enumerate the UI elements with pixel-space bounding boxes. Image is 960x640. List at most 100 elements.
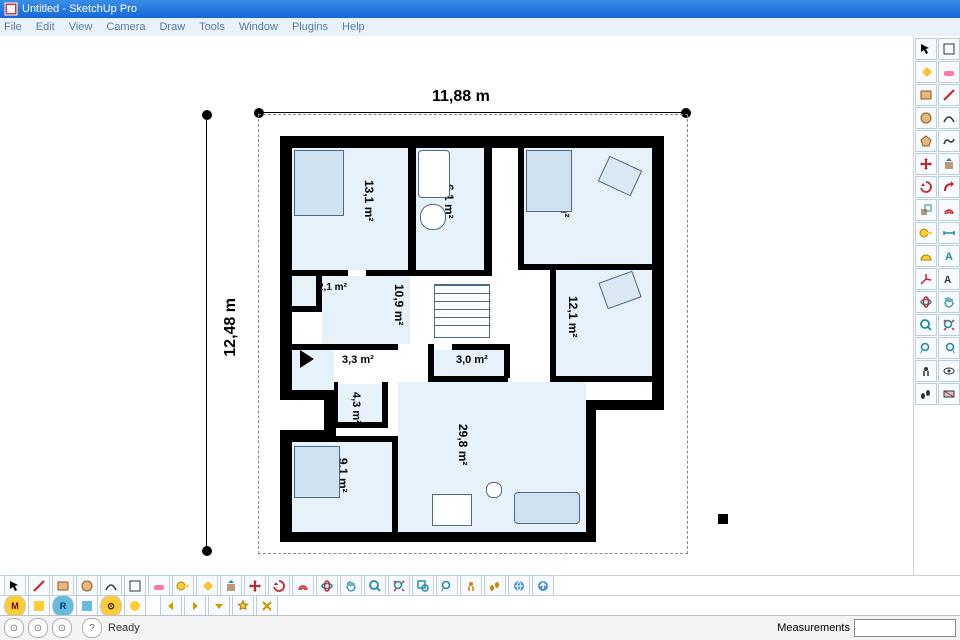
zoom-extents-icon[interactable] xyxy=(388,575,410,597)
dimension-tool-icon[interactable] xyxy=(938,222,960,244)
axes-tool-icon[interactable] xyxy=(915,268,937,290)
polygon-tool-icon[interactable] xyxy=(915,130,937,152)
room-area-11: 29,8 m² xyxy=(456,424,470,465)
menu-plugins[interactable]: Plugins xyxy=(292,21,328,33)
eraser-icon[interactable] xyxy=(938,61,960,83)
style-3-icon[interactable] xyxy=(124,595,146,617)
menu-edit[interactable]: Edit xyxy=(36,21,55,33)
window-title: Untitled - SketchUp Pro xyxy=(22,3,137,15)
rotate-tool-icon[interactable] xyxy=(915,176,937,198)
menu-file[interactable]: File xyxy=(4,21,22,33)
orbit-tool-icon[interactable] xyxy=(915,291,937,313)
zoom-window-icon[interactable] xyxy=(412,575,434,597)
eraser-icon[interactable] xyxy=(148,575,170,597)
section-plane-icon[interactable] xyxy=(938,383,960,405)
dimension-left: 12,48 m xyxy=(222,298,240,357)
zoom-tool-icon[interactable] xyxy=(915,314,937,336)
circle-tool-icon[interactable] xyxy=(76,575,98,597)
help-icon[interactable]: ? xyxy=(82,618,102,638)
circle-tool-icon[interactable] xyxy=(915,107,937,129)
paint-bucket-icon[interactable] xyxy=(915,61,937,83)
next-view-icon[interactable] xyxy=(938,337,960,359)
position-camera-icon[interactable] xyxy=(915,360,937,382)
dim-line-horizontal xyxy=(264,112,682,113)
tape-measure-icon[interactable] xyxy=(915,222,937,244)
status-icon-1[interactable]: ⊙ xyxy=(4,618,24,638)
position-camera-icon[interactable] xyxy=(460,575,482,597)
tape-measure-icon[interactable] xyxy=(172,575,194,597)
freehand-tool-icon[interactable] xyxy=(938,130,960,152)
menu-bar: File Edit View Camera Draw Tools Window … xyxy=(0,18,960,36)
offset-tool-icon[interactable] xyxy=(292,575,314,597)
rectangle-tool-icon[interactable] xyxy=(915,84,937,106)
bottom-toolbar-2: M R ⊙ xyxy=(0,595,960,616)
layer-r-icon[interactable]: R xyxy=(52,595,74,617)
title-bar: Untitled - SketchUp Pro xyxy=(0,0,960,18)
make-component-icon[interactable] xyxy=(938,38,960,60)
bottom-toolbar-1 xyxy=(0,575,960,596)
pushpull-tool-icon[interactable] xyxy=(938,153,960,175)
app-icon xyxy=(4,2,18,16)
previous-view-icon[interactable] xyxy=(436,575,458,597)
pan-tool-icon[interactable] xyxy=(938,291,960,313)
style-1-icon[interactable] xyxy=(28,595,50,617)
status-icon-2[interactable]: ⊙ xyxy=(28,618,48,638)
offset-tool-icon[interactable] xyxy=(938,199,960,221)
menu-window[interactable]: Window xyxy=(239,21,278,33)
text-tool-icon[interactable]: A xyxy=(938,245,960,267)
select-tool-icon[interactable] xyxy=(4,575,26,597)
rectangle-tool-icon[interactable] xyxy=(52,575,74,597)
orbit-tool-icon[interactable] xyxy=(316,575,338,597)
status-bar: ⊙ ⊙ ⊙ ? Ready Measurements xyxy=(0,615,960,640)
3dtext-tool-icon[interactable]: A xyxy=(938,268,960,290)
arrow-right-icon[interactable] xyxy=(184,595,206,617)
paint-bucket-icon[interactable] xyxy=(196,575,218,597)
scale-tool-icon[interactable] xyxy=(915,199,937,221)
get-models-icon[interactable] xyxy=(508,575,530,597)
move-tool-icon[interactable] xyxy=(244,575,266,597)
followme-tool-icon[interactable] xyxy=(938,176,960,198)
style-2-icon[interactable] xyxy=(76,595,98,617)
zoom-tool-icon[interactable] xyxy=(364,575,386,597)
zoom-extents-icon[interactable] xyxy=(938,314,960,336)
room-area-6: 12,1 m² xyxy=(566,296,580,337)
room-area-9: 4,3 m² xyxy=(350,392,362,424)
pushpull-tool-icon[interactable] xyxy=(220,575,242,597)
walk-tool-icon[interactable] xyxy=(915,383,937,405)
menu-view[interactable]: View xyxy=(69,21,93,33)
dim-bullet xyxy=(202,110,212,120)
make-component-icon[interactable] xyxy=(124,575,146,597)
measurements-label: Measurements xyxy=(777,622,850,634)
arc-tool-icon[interactable] xyxy=(100,575,122,597)
arrow-down-icon[interactable] xyxy=(208,595,230,617)
menu-camera[interactable]: Camera xyxy=(106,21,145,33)
arrow-left-icon[interactable] xyxy=(160,595,182,617)
select-tool-icon[interactable] xyxy=(915,38,937,60)
pan-tool-icon[interactable] xyxy=(340,575,362,597)
layer-m-icon[interactable]: M xyxy=(4,595,26,617)
share-model-icon[interactable] xyxy=(532,575,554,597)
cancel-icon[interactable] xyxy=(256,595,278,617)
line-tool-icon[interactable] xyxy=(938,84,960,106)
viewport[interactable]: 11,88 m 12,48 m xyxy=(0,36,914,576)
status-icon-3[interactable]: ⊙ xyxy=(52,618,72,638)
room-area-7: 3,3 m² xyxy=(342,354,374,366)
protractor-tool-icon[interactable] xyxy=(915,245,937,267)
look-around-icon[interactable] xyxy=(938,360,960,382)
rotate-tool-icon[interactable] xyxy=(268,575,290,597)
measurements-input[interactable] xyxy=(854,619,956,637)
menu-help[interactable]: Help xyxy=(342,21,365,33)
move-tool-icon[interactable] xyxy=(915,153,937,175)
star-icon[interactable] xyxy=(232,595,254,617)
line-tool-icon[interactable] xyxy=(28,575,50,597)
previous-view-icon[interactable] xyxy=(915,337,937,359)
menu-tools[interactable]: Tools xyxy=(199,21,225,33)
layer-o-icon[interactable]: ⊙ xyxy=(100,595,122,617)
dimension-top: 11,88 m xyxy=(432,88,490,106)
corner-marker xyxy=(718,514,728,524)
arc-tool-icon[interactable] xyxy=(938,107,960,129)
walk-tool-icon[interactable] xyxy=(484,575,506,597)
room-area-1: 13,1 m² xyxy=(362,180,376,221)
menu-draw[interactable]: Draw xyxy=(159,21,185,33)
dim-bullet xyxy=(202,546,212,556)
